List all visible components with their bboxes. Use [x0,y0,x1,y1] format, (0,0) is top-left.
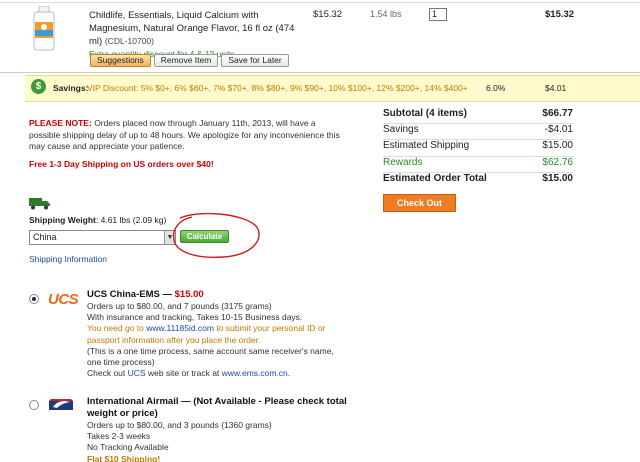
ucs-logo: UCS [48,291,79,308]
order-totals: Subtotal (4 items) $66.77 Savings -$4.01 E… [383,108,573,189]
airmail-radio[interactable] [29,400,39,410]
order-total-row: Estimated Order Total $15.00 [383,172,573,184]
subtotal-row: Subtotal (4 items) $66.77 [383,108,573,125]
item-actions: Suggestions Remove Item Save for Later [90,54,292,67]
unit-price: $15.32 [313,9,343,20]
truck-icon [29,198,50,210]
country-value: China [33,232,57,242]
savings-row: Savings -$4.01 [383,124,573,141]
shipping-information-link[interactable]: Shipping Information [29,254,107,264]
shipping-weight: Shipping Weight: 4.61 lbs (2.09 kg) [29,215,167,225]
product-bottle-image[interactable] [30,6,58,52]
free-shipping-promo: Free 1-3 Day Shipping on US orders over … [29,159,214,169]
suggestions-button[interactable]: Suggestions [90,54,151,67]
product-code: (CDL-10700) [104,36,154,46]
shipping-delay-notice: PLEASE NOTE: Orders placed now through J… [29,118,347,153]
ucs-title: UCS China-EMS — $15.00 [87,289,204,300]
dollar-icon: $ [31,79,46,94]
rewards-row: Rewards $62.76 [383,157,573,173]
airmail-option: International Airmail — (Not Available -… [87,396,347,462]
country-select[interactable]: China ▼ [29,230,176,245]
product-divider [0,72,640,73]
savings-percent: 6.0% [486,83,506,93]
ucs-option: UCS China-EMS — $15.00 Orders up to $80.… [87,289,347,379]
line-total: $15.32 [545,9,575,20]
notice-label: PLEASE NOTE: [29,118,92,128]
quantity-input[interactable]: 1 [429,8,447,21]
top-divider [0,2,640,3]
ems-tracking-link[interactable]: www.ems.com.cn [222,368,288,378]
red-annotation-circle [172,212,260,259]
11185id-link[interactable]: www.11185id.com [146,323,214,333]
item-weight: 1.54 lbs [370,9,402,19]
vip-discount-text: VIP Discount: 5% $0+, 6% $60+, 7% $70+, … [87,83,468,93]
save-for-later-button[interactable]: Save for Later [221,54,289,67]
ucs-details: Orders up to $80.00, and 7 pounds (3175 … [87,301,334,379]
checkout-button[interactable]: Check Out [383,194,456,212]
airmail-details: Orders up to $80.00, and 3 pounds (1360 … [87,420,272,462]
ucs-website-link[interactable]: UCS [128,368,146,378]
usps-eagle-icon [49,399,73,410]
estimated-shipping-row: Estimated Shipping $15.00 [383,140,573,157]
airmail-title: International Airmail — (Not Available -… [87,396,347,419]
savings-amount: $4.01 [545,83,567,93]
savings-label: Savings: [53,83,89,93]
ucs-radio[interactable] [29,294,39,304]
remove-item-button[interactable]: Remove Item [153,54,219,67]
